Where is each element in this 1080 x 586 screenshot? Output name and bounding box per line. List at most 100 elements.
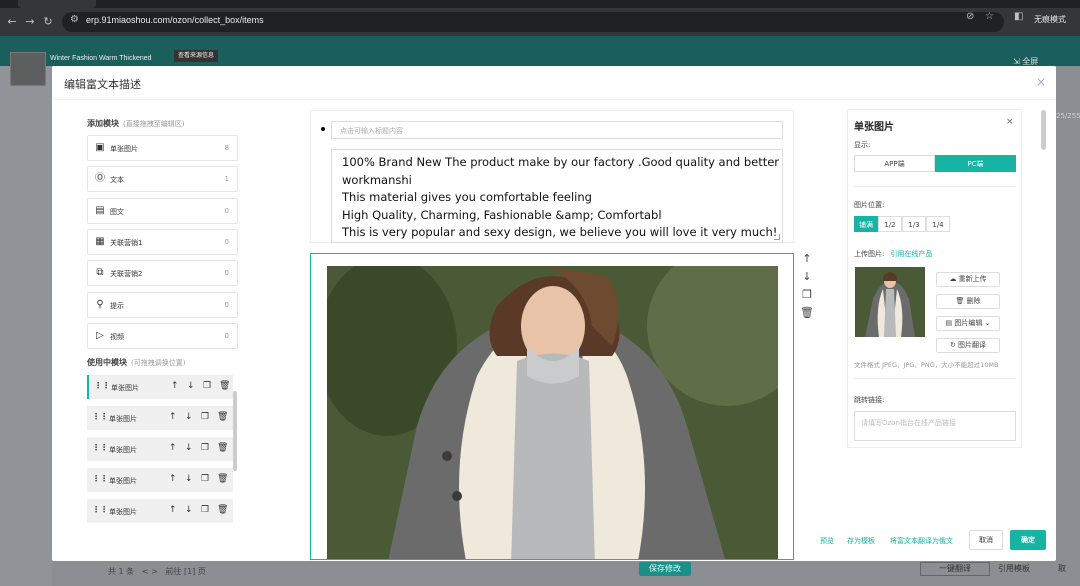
trash-icon[interactable]: 🗑 [217, 443, 228, 453]
related-marketing-2-icon: ⧉ [96, 267, 104, 278]
close-icon[interactable]: × [1006, 117, 1014, 127]
trash-icon[interactable]: 🗑 [217, 474, 228, 484]
in-use-item[interactable]: ⋮⋮ 单张图片 ↑ ↓ ❐ 🗑 [87, 499, 233, 523]
reference-online-product-link[interactable]: 引用在线产品 [890, 250, 932, 258]
text-module[interactable]: 点击可输入标题内容 100% Brand New The product mak… [310, 110, 794, 243]
module-count: 0 [224, 332, 229, 340]
translate-rich-text-link[interactable]: 将富文本翻译为俄文 [890, 536, 953, 546]
display-pc-option[interactable]: PC端 [935, 155, 1016, 172]
description-line: workmanshi [342, 172, 412, 187]
trash-icon[interactable]: 🗑 [219, 381, 230, 391]
reupload-button[interactable]: ☁ 重新上传 [936, 272, 1000, 287]
address-bar[interactable]: ⚙ erp.91miaoshou.com/ozon/collect_box/it… [62, 12, 1004, 32]
forward-icon[interactable]: → [22, 14, 38, 30]
description-textarea[interactable]: 100% Brand New The product make by our f… [331, 149, 783, 243]
position-quarter-option[interactable]: 1/4 [926, 216, 950, 232]
move-up-icon[interactable]: ↑ [169, 412, 177, 422]
in-use-item[interactable]: ⋮⋮ 单张图片 ↑ ↓ ❐ 🗑 [87, 437, 233, 461]
jump-link-input[interactable]: 请填写Ozon指台在线产品链接 [854, 411, 1016, 441]
back-icon[interactable]: ← [4, 14, 20, 30]
drag-handle-icon[interactable]: ⋮⋮ [92, 505, 108, 514]
drag-handle-icon[interactable]: ⋮⋮ [92, 474, 108, 483]
copy-icon[interactable]: ❐ [201, 474, 209, 484]
in-use-item[interactable]: ⋮⋮ 单张图片 ↑ ↓ ❐ 🗑 [87, 375, 233, 399]
position-half-option[interactable]: 1/2 [878, 216, 902, 232]
page-number[interactable]: 1 [187, 567, 192, 576]
move-down-icon[interactable]: ↓ [185, 505, 193, 515]
upload-label: 上传图片: [854, 250, 885, 258]
delete-image-button[interactable]: 🗑 删除 [936, 294, 1000, 309]
copy-icon[interactable]: ❐ [203, 381, 211, 391]
module-related-marketing-2[interactable]: ⧉ 关联营销2 0 [87, 260, 238, 286]
close-icon[interactable]: × [1036, 75, 1046, 89]
fullscreen-label: 全屏 [1022, 57, 1039, 66]
background-footer: 共 1 条 < > 前往 [1] 页 保存修改 一键翻译 引用模板 取 [52, 562, 1080, 586]
eye-off-icon[interactable]: ⊘ [966, 11, 974, 22]
drag-handle-icon[interactable]: ⋮⋮ [92, 443, 108, 452]
copy-icon[interactable]: ❐ [201, 505, 209, 515]
save-changes-button[interactable]: 保存修改 [639, 562, 691, 576]
save-template-link[interactable]: 存为模板 [847, 536, 875, 546]
site-info-icon[interactable]: ⚙ [70, 14, 79, 25]
modal-scrollbar[interactable] [1041, 110, 1046, 150]
in-use-label: 使用中模块 [87, 358, 127, 367]
confirm-button[interactable]: 确定 [1010, 530, 1046, 550]
move-down-icon[interactable]: ↓ [185, 474, 193, 484]
move-up-icon[interactable]: ↑ [171, 381, 179, 391]
copy-icon[interactable]: ❐ [800, 288, 814, 306]
in-use-item[interactable]: ⋮⋮ 单张图片 ↑ ↓ ❐ 🗑 [87, 468, 233, 492]
image-module[interactable] [310, 253, 794, 560]
move-down-icon[interactable]: ↓ [187, 381, 195, 391]
cancel-button[interactable]: 取消 [969, 530, 1003, 550]
copy-icon[interactable]: ❐ [201, 443, 209, 453]
image-edit-dropdown[interactable]: ▤ 图片编辑 ⌄ [936, 316, 1000, 331]
incognito-label: 无痕模式 [1034, 15, 1066, 24]
reload-icon[interactable]: ↻ [40, 14, 56, 30]
module-video[interactable]: ▷ 视频 0 [87, 323, 238, 349]
description-line: 100% Brand New The product make by our f… [342, 155, 780, 169]
drag-handle-icon[interactable]: ⋮⋮ [92, 412, 108, 421]
move-down-icon[interactable]: ↓ [800, 270, 814, 288]
position-third-option[interactable]: 1/3 [902, 216, 926, 232]
background-cancel-button[interactable]: 取 [1058, 562, 1066, 576]
move-down-icon[interactable]: ↓ [185, 443, 193, 453]
module-tip[interactable]: ⚲ 提示 0 [87, 292, 238, 318]
module-text[interactable]: Ⓞ 文本 1 [87, 166, 238, 192]
title-input[interactable]: 点击可输入标题内容 [331, 121, 783, 139]
in-use-item-label: 单张图片 [109, 415, 137, 423]
display-app-option[interactable]: APP端 [854, 155, 935, 172]
pagination-total: 共 1 条 < > 前往 [1] 页 [108, 567, 206, 576]
module-related-marketing-1[interactable]: ▦ 关联营销1 0 [87, 229, 238, 255]
image-translate-button[interactable]: ↻ 图片翻译 [936, 338, 1000, 353]
in-use-hint: (可拖拽调换位置) [131, 359, 186, 367]
resize-handle[interactable] [774, 234, 780, 240]
jump-link-label: 跳转链接: [854, 396, 885, 404]
preview-link[interactable]: 预览 [820, 536, 834, 546]
module-label: 视频 [110, 333, 124, 341]
move-up-icon[interactable]: ↑ [800, 252, 814, 270]
trash-icon[interactable]: 🗑 [217, 505, 228, 515]
in-use-item[interactable]: ⋮⋮ 单张图片 ↑ ↓ ❐ 🗑 [87, 406, 233, 430]
move-up-icon[interactable]: ↑ [169, 505, 177, 515]
one-click-translate-button[interactable]: 一键翻译 [920, 562, 990, 576]
move-down-icon[interactable]: ↓ [185, 412, 193, 422]
jump-link-placeholder: 请填写Ozon指台在线产品链接 [861, 419, 956, 427]
move-up-icon[interactable]: ↑ [169, 443, 177, 453]
trash-icon[interactable]: 🗑 [217, 412, 228, 422]
modal-header: 编辑富文本描述 × [52, 66, 1056, 100]
add-module-label: 添加模块 [87, 119, 119, 128]
in-use-scrollbar[interactable] [233, 391, 237, 471]
drag-handle-icon[interactable]: ⋮⋮ [94, 381, 110, 390]
module-single-image[interactable]: ▣ 单张图片 8 [87, 135, 238, 161]
side-panel-icon[interactable]: ◧ [1014, 11, 1023, 22]
trash-icon[interactable]: 🗑 [800, 306, 814, 324]
position-full-option[interactable]: 铺满 [854, 216, 878, 232]
reference-template-button[interactable]: 引用模板 [998, 562, 1030, 576]
star-icon[interactable]: ☆ [985, 11, 994, 22]
browser-tab[interactable] [18, 0, 96, 8]
copy-icon[interactable]: ❐ [201, 412, 209, 422]
move-up-icon[interactable]: ↑ [169, 474, 177, 484]
source-info-button[interactable]: 查看来源信息 [174, 50, 219, 62]
in-use-item-label: 单张图片 [111, 384, 139, 392]
module-image-text[interactable]: ▤ 图文 0 [87, 198, 238, 224]
